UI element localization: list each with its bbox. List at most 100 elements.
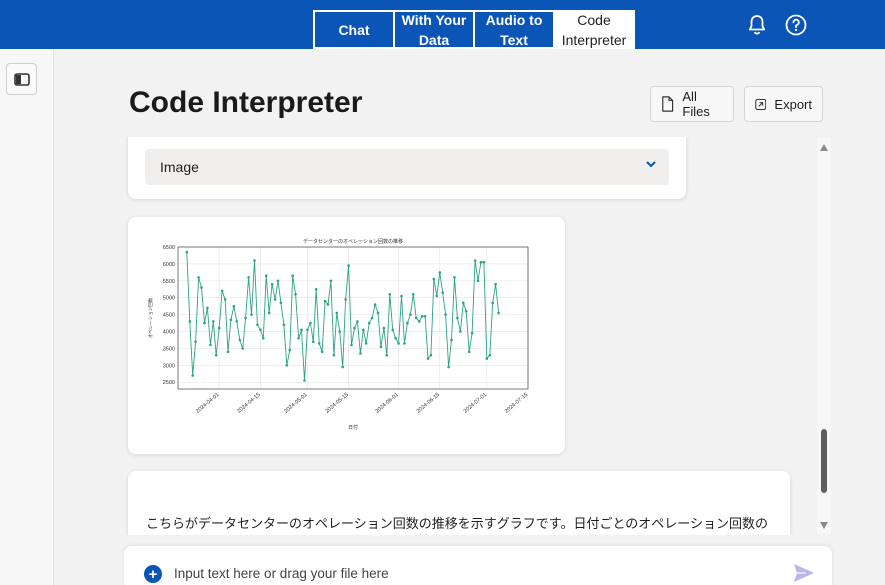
data-point bbox=[406, 321, 409, 325]
export-button[interactable]: Export bbox=[744, 86, 823, 122]
data-point bbox=[470, 331, 474, 335]
data-point bbox=[197, 276, 200, 279]
series-line bbox=[186, 252, 500, 381]
scroll-down-arrow[interactable] bbox=[820, 522, 828, 529]
tab-chat[interactable]: Chat bbox=[313, 10, 393, 49]
scroll-up-arrow[interactable] bbox=[820, 144, 828, 151]
data-point bbox=[217, 326, 221, 330]
data-point bbox=[373, 303, 377, 306]
data-point bbox=[447, 365, 450, 369]
x-tick-label: 2024-06-01 bbox=[374, 392, 399, 415]
tab-with-your-data[interactable]: With Your Data bbox=[393, 10, 473, 49]
accordion-label: Image bbox=[160, 159, 199, 175]
data-point bbox=[382, 326, 386, 330]
all-files-label: All Files bbox=[682, 89, 710, 119]
data-point bbox=[288, 348, 292, 352]
bell-icon[interactable] bbox=[745, 13, 769, 37]
x-tick-label: 2024-06-15 bbox=[416, 392, 441, 415]
data-point bbox=[344, 298, 347, 301]
tab-audio-to-text[interactable]: Audio to Text bbox=[473, 10, 553, 49]
y-tick-label: 6500 bbox=[163, 245, 175, 251]
data-point bbox=[214, 353, 218, 357]
data-point bbox=[188, 320, 192, 323]
data-point bbox=[320, 350, 324, 354]
data-point bbox=[476, 279, 480, 283]
data-point bbox=[485, 357, 489, 360]
data-point bbox=[388, 293, 392, 296]
y-axis-label: オペレーション回数 bbox=[147, 297, 154, 338]
data-point bbox=[341, 365, 344, 369]
data-point bbox=[438, 271, 442, 274]
chat-input-bar: + bbox=[124, 546, 832, 585]
chevron-down-icon bbox=[646, 161, 656, 168]
chart-card: 2500 3000 3500 4000 4500 5000 5500 6000 6500 2024… bbox=[128, 217, 565, 454]
data-point bbox=[435, 294, 439, 298]
data-point bbox=[264, 274, 268, 277]
scrollbar[interactable] bbox=[817, 138, 831, 534]
scroll-thumb[interactable] bbox=[821, 429, 827, 493]
x-tick-label: 2024-07-01 bbox=[463, 392, 488, 415]
data-point bbox=[247, 276, 250, 279]
data-point bbox=[417, 320, 421, 323]
data-point bbox=[194, 340, 197, 343]
top-bar: Chat With Your Data Audio to Text Code I… bbox=[0, 0, 885, 49]
data-point bbox=[279, 301, 283, 305]
data-point bbox=[229, 318, 233, 321]
data-point bbox=[356, 320, 359, 323]
data-point bbox=[212, 320, 215, 323]
y-tick-label: 5000 bbox=[163, 296, 175, 302]
assistant-message: こちらがデータセンターのオペレーション回数の推移を示すグラフです。日付ごとのオペ… bbox=[146, 516, 769, 535]
data-point bbox=[414, 316, 418, 320]
plus-icon: + bbox=[148, 565, 158, 583]
y-tick-label: 6000 bbox=[163, 262, 175, 268]
add-attachment-button[interactable]: + bbox=[144, 565, 162, 583]
data-point bbox=[312, 340, 315, 343]
chat-input[interactable] bbox=[174, 562, 764, 584]
help-icon[interactable] bbox=[784, 13, 808, 37]
tab-code-interpreter[interactable]: Code Interpreter bbox=[553, 10, 635, 49]
data-point bbox=[491, 301, 495, 305]
data-point bbox=[423, 315, 427, 318]
data-point bbox=[394, 337, 397, 340]
data-point bbox=[376, 311, 380, 315]
data-point bbox=[314, 288, 318, 291]
page-title: Code Interpreter bbox=[129, 86, 363, 119]
data-point bbox=[335, 311, 339, 315]
data-point bbox=[459, 330, 462, 333]
data-point bbox=[273, 298, 277, 301]
x-tick-label: 2024-04-01 bbox=[195, 392, 220, 415]
data-point bbox=[253, 259, 256, 262]
data-point bbox=[347, 264, 350, 267]
chart-title: データセンターのオペレーション回数の推移 bbox=[303, 238, 403, 245]
data-point bbox=[306, 328, 309, 332]
data-point bbox=[323, 299, 327, 303]
sidebar-toggle-button[interactable] bbox=[6, 63, 37, 95]
data-point bbox=[338, 330, 342, 333]
y-tick-label: 4500 bbox=[163, 313, 175, 319]
data-point bbox=[223, 298, 227, 301]
image-result-card: Image bbox=[128, 137, 686, 199]
x-tick-label: 2024-07-15 bbox=[504, 392, 529, 415]
data-point bbox=[303, 379, 306, 382]
data-point bbox=[482, 260, 486, 264]
data-point bbox=[250, 313, 253, 316]
data-point bbox=[453, 276, 456, 279]
data-point bbox=[379, 345, 383, 348]
y-tick-label: 3500 bbox=[163, 346, 175, 352]
data-point bbox=[391, 328, 394, 332]
data-point bbox=[209, 343, 212, 347]
data-point bbox=[297, 337, 300, 340]
data-point bbox=[300, 328, 303, 332]
data-point bbox=[270, 282, 274, 286]
data-point bbox=[426, 357, 430, 360]
image-accordion[interactable]: Image bbox=[145, 149, 669, 185]
all-files-button[interactable]: All Files bbox=[650, 86, 734, 122]
send-icon[interactable] bbox=[792, 562, 816, 584]
x-tick-label: 2024-05-15 bbox=[324, 392, 349, 415]
data-point bbox=[267, 311, 271, 315]
plot-frame bbox=[177, 246, 529, 390]
data-point bbox=[467, 350, 471, 354]
export-label: Export bbox=[774, 96, 812, 112]
data-point bbox=[256, 323, 259, 327]
data-point bbox=[329, 279, 333, 283]
